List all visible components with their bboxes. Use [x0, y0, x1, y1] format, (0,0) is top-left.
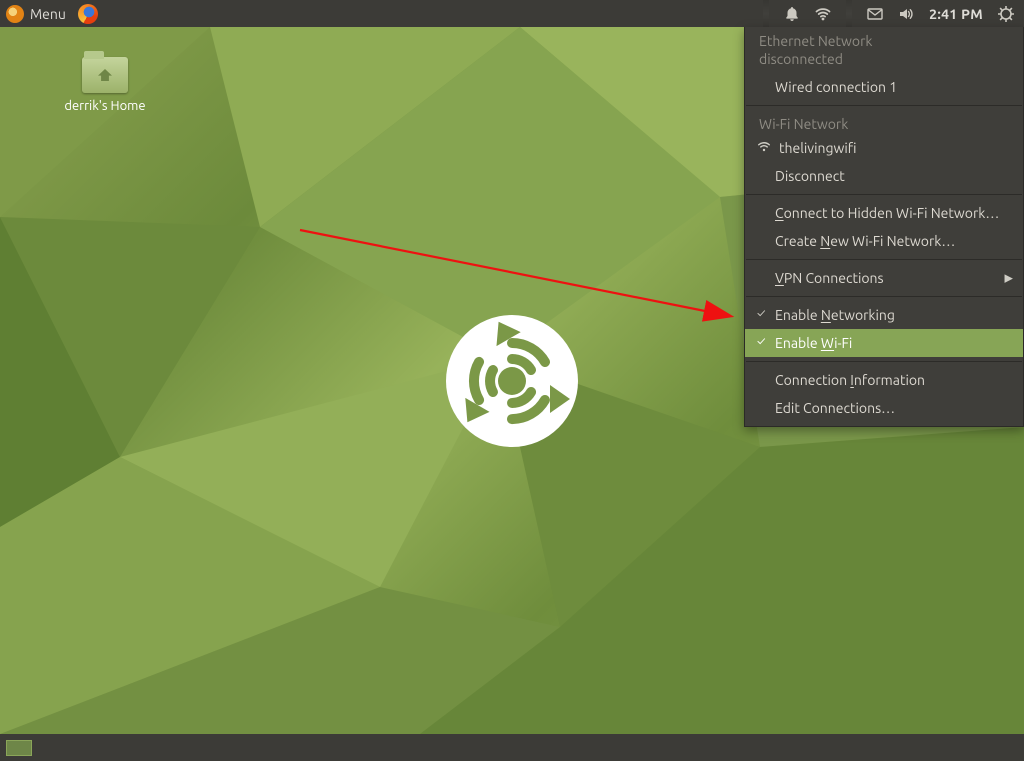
ubuntu-mate-icon — [6, 5, 24, 23]
menu-separator — [746, 105, 1022, 106]
desktop-icon-home[interactable]: derrik's Home — [55, 57, 155, 113]
wifi-ssid-item[interactable]: thelivingwifi — [745, 134, 1023, 162]
tray-separator — [763, 0, 769, 27]
wifi-header: Wi-Fi Network — [745, 110, 1023, 134]
bottom-panel — [0, 734, 1024, 761]
edit-connections-item[interactable]: Edit Connections… — [745, 394, 1023, 422]
enable-wifi-item[interactable]: Enable Wi-Fi — [745, 329, 1023, 357]
create-wifi-item[interactable]: Create New Wi-Fi Network… — [745, 227, 1023, 255]
submenu-arrow-icon: ▶ — [1005, 272, 1013, 285]
ethernet-status: disconnected — [745, 51, 1023, 73]
enable-networking-item[interactable]: Enable Networking — [745, 301, 1023, 329]
ubuntu-mate-logo-icon — [442, 311, 582, 451]
tray-separator — [846, 0, 852, 27]
top-panel-right: 2:41 PM — [763, 0, 1024, 27]
wifi-indicator-icon[interactable] — [815, 6, 831, 22]
menu-separator — [746, 361, 1022, 362]
menu-separator — [746, 259, 1022, 260]
wifi-disconnect-item[interactable]: Disconnect — [745, 162, 1023, 190]
menu-label: Menu — [30, 6, 66, 22]
vpn-connections-item[interactable]: VPN Connections ▶ — [745, 264, 1023, 292]
wired-connection-item[interactable]: Wired connection 1 — [745, 73, 1023, 101]
wifi-ssid-label: thelivingwifi — [779, 140, 857, 156]
network-menu: Ethernet Network disconnected Wired conn… — [744, 27, 1024, 427]
connection-info-item[interactable]: Connection Information — [745, 366, 1023, 394]
wifi-signal-icon — [757, 140, 771, 157]
firefox-icon[interactable] — [78, 4, 98, 24]
connect-hidden-wifi-item[interactable]: Connect to Hidden Wi-Fi Network… — [745, 199, 1023, 227]
menu-launcher[interactable]: Menu — [6, 5, 66, 23]
menu-separator — [746, 296, 1022, 297]
top-panel-left: Menu — [0, 4, 98, 24]
ethernet-header: Ethernet Network — [745, 27, 1023, 51]
desktop-icon-label: derrik's Home — [55, 99, 155, 113]
power-gear-icon[interactable] — [998, 6, 1014, 22]
workspace-thumb[interactable] — [6, 740, 32, 756]
top-panel: Menu 2:41 PM — [0, 0, 1024, 27]
home-folder-icon — [82, 57, 128, 93]
mail-icon[interactable] — [867, 6, 883, 22]
menu-separator — [746, 194, 1022, 195]
notification-bell-icon[interactable] — [784, 6, 800, 22]
volume-icon[interactable] — [898, 6, 914, 22]
clock[interactable]: 2:41 PM — [929, 6, 983, 22]
